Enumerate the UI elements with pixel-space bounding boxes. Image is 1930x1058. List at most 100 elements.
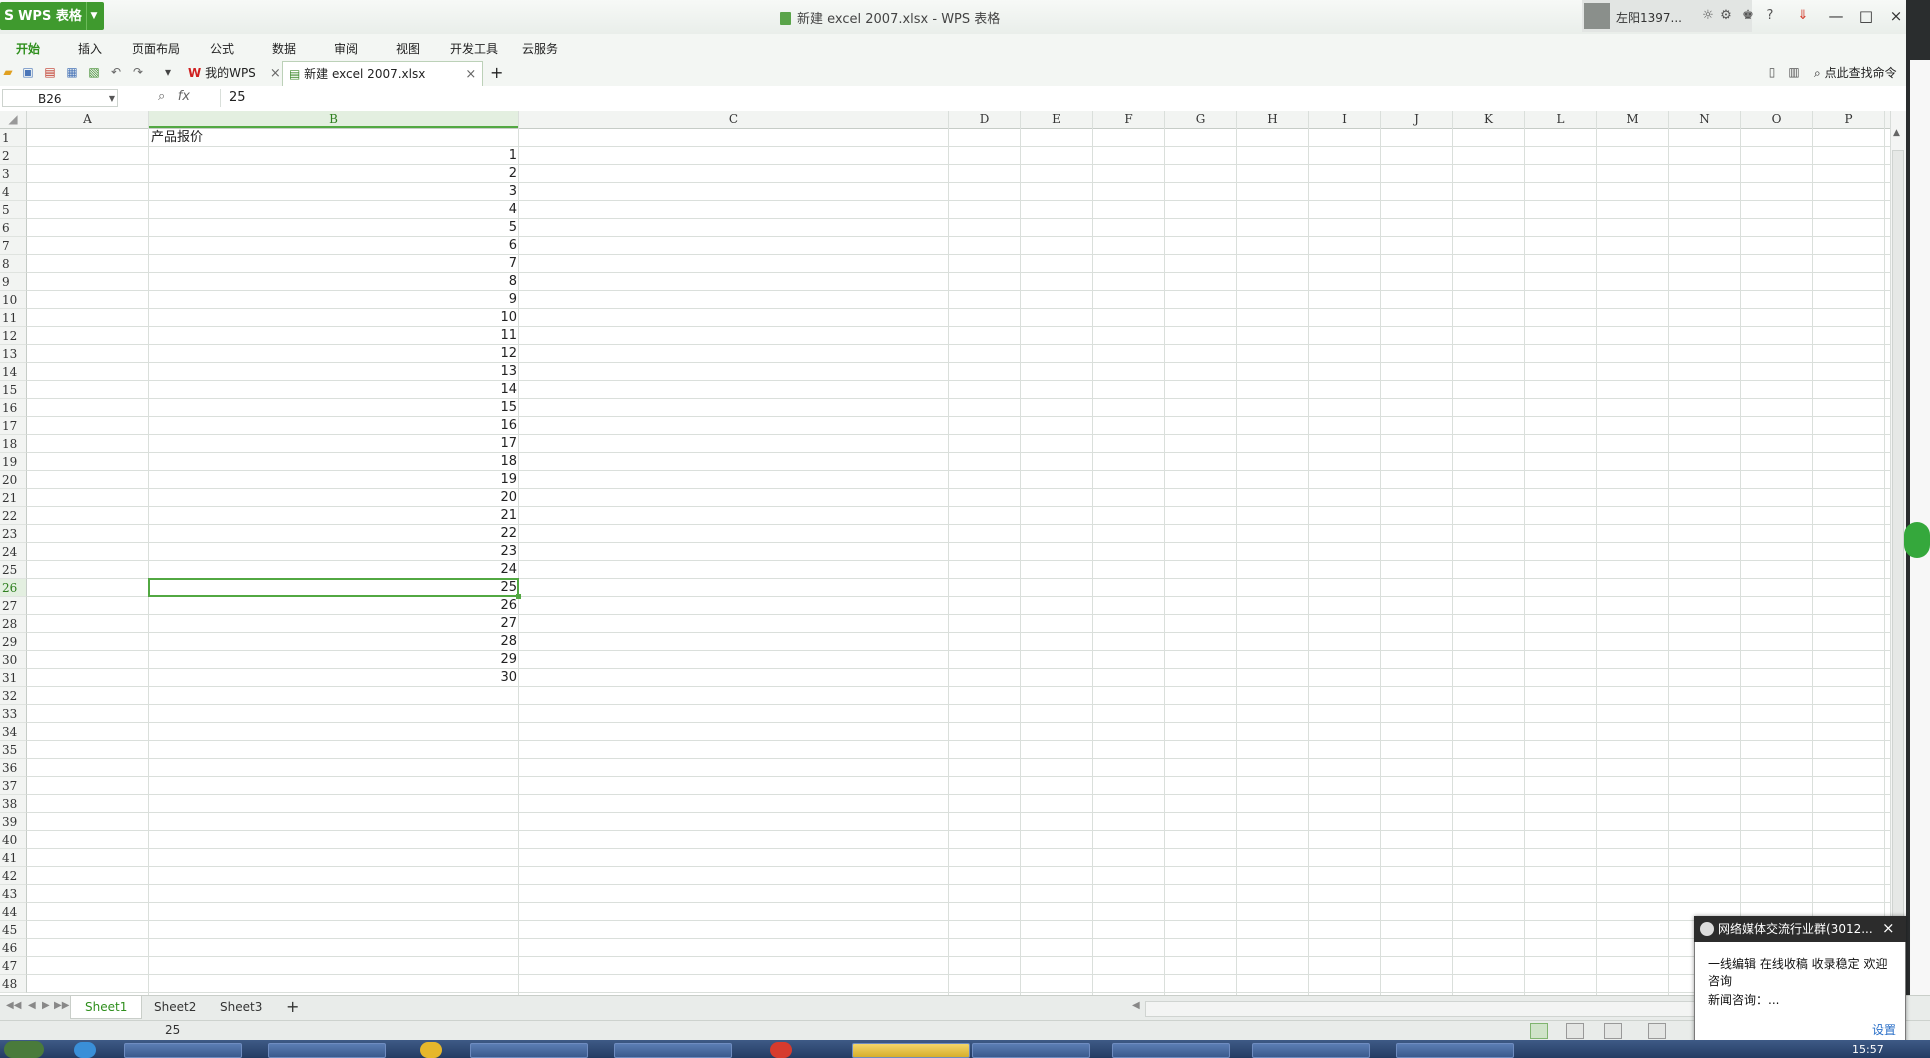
cell-b3[interactable]: 2 — [149, 165, 519, 183]
row-header-33[interactable]: 33 — [0, 705, 27, 723]
cell-b25[interactable]: 24 — [149, 561, 519, 579]
row-header-44[interactable]: 44 — [0, 903, 27, 921]
row-header-47[interactable]: 47 — [0, 957, 27, 975]
row-header-32[interactable]: 32 — [0, 687, 27, 705]
row-header-25[interactable]: 25 — [0, 561, 27, 579]
fx-icon[interactable]: fx — [178, 89, 190, 104]
row-header-20[interactable]: 20 — [0, 471, 27, 489]
row-header-36[interactable]: 36 — [0, 759, 27, 777]
scroll-up-icon[interactable]: ▲ — [1893, 128, 1900, 138]
cell-b27[interactable]: 26 — [149, 597, 519, 615]
app-menu-button[interactable]: S WPS 表格 ▼ — [0, 2, 104, 30]
sheet-tab-3[interactable]: Sheet3 — [206, 996, 276, 1018]
customize-dropdown-icon[interactable]: ▾ — [160, 64, 176, 80]
row-header-42[interactable]: 42 — [0, 867, 27, 885]
taskbar-item-active[interactable] — [852, 1043, 970, 1058]
cell-b22[interactable]: 21 — [149, 507, 519, 525]
column-header-o[interactable]: O — [1741, 111, 1813, 128]
vertical-scroll-thumb[interactable] — [1892, 150, 1904, 990]
row-header-29[interactable]: 29 — [0, 633, 27, 651]
row-header-37[interactable]: 37 — [0, 777, 27, 795]
cell-b14[interactable]: 13 — [149, 363, 519, 381]
cell-b16[interactable]: 15 — [149, 399, 519, 417]
menu-developer[interactable]: 开发工具 — [450, 40, 498, 57]
open-folder-icon[interactable]: ▰ — [0, 64, 16, 80]
print-icon[interactable]: ▦ — [64, 64, 80, 80]
row-header-24[interactable]: 24 — [0, 543, 27, 561]
close-icon[interactable]: × — [1882, 919, 1895, 937]
undo-icon[interactable]: ↶ — [108, 64, 124, 80]
column-header-j[interactable]: J — [1381, 111, 1453, 128]
column-header-a[interactable]: A — [27, 111, 149, 128]
column-header-l[interactable]: L — [1525, 111, 1597, 128]
avatar[interactable] — [1584, 3, 1610, 29]
menu-data[interactable]: 数据 — [272, 40, 296, 57]
chevron-down-icon[interactable]: ▼ — [109, 90, 115, 108]
popup-message-line1[interactable]: 一线编辑 在线收稿 收录稳定 欢迎咨询 — [1708, 956, 1894, 990]
row-header-38[interactable]: 38 — [0, 795, 27, 813]
column-header-b[interactable]: B — [149, 111, 519, 128]
last-sheet-icon[interactable]: ▶▶ — [54, 1000, 69, 1011]
column-header-e[interactable]: E — [1021, 111, 1093, 128]
cell-b6[interactable]: 5 — [149, 219, 519, 237]
save-icon[interactable]: ▣ — [20, 64, 36, 80]
close-icon[interactable]: × — [270, 66, 281, 81]
shirt-icon[interactable]: ♚ — [1740, 8, 1756, 24]
column-header-g[interactable]: G — [1165, 111, 1237, 128]
cell-b30[interactable]: 29 — [149, 651, 519, 669]
redo-icon[interactable]: ↷ — [130, 64, 146, 80]
row-header-22[interactable]: 22 — [0, 507, 27, 525]
zoom-icon[interactable]: ⌕ — [158, 89, 165, 104]
menu-formula[interactable]: 公式 — [210, 40, 234, 57]
row-header-10[interactable]: 10 — [0, 291, 27, 309]
tab-document[interactable]: ▤ 新建 excel 2007.xlsx × — [282, 61, 484, 87]
cell-b17[interactable]: 16 — [149, 417, 519, 435]
column-header-m[interactable]: M — [1597, 111, 1669, 128]
column-header-f[interactable]: F — [1093, 111, 1165, 128]
row-header-8[interactable]: 8 — [0, 255, 27, 273]
menu-view[interactable]: 视图 — [396, 40, 420, 57]
row-header-2[interactable]: 2 — [0, 147, 27, 165]
cell-b24[interactable]: 23 — [149, 543, 519, 561]
cell-b29[interactable]: 28 — [149, 633, 519, 651]
cell-b13[interactable]: 12 — [149, 345, 519, 363]
row-header-27[interactable]: 27 — [0, 597, 27, 615]
taskbar-item[interactable] — [614, 1043, 732, 1058]
row-header-4[interactable]: 4 — [0, 183, 27, 201]
cell-b18[interactable]: 17 — [149, 435, 519, 453]
name-box[interactable]: B26 ▼ — [2, 89, 118, 107]
layout-icon[interactable]: ▥ — [1786, 64, 1802, 80]
sheet-tab-2[interactable]: Sheet2 — [140, 996, 210, 1018]
row-header-19[interactable]: 19 — [0, 453, 27, 471]
cell-b28[interactable]: 27 — [149, 615, 519, 633]
row-header-15[interactable]: 15 — [0, 381, 27, 399]
maximize-button[interactable]: □ — [1852, 5, 1880, 27]
export-pdf-icon[interactable]: ▤ — [42, 64, 58, 80]
cell-b15[interactable]: 14 — [149, 381, 519, 399]
row-header-1[interactable]: 1 — [0, 129, 27, 147]
row-header-35[interactable]: 35 — [0, 741, 27, 759]
popup-message-line2[interactable]: 新闻咨询：... — [1708, 991, 1779, 1008]
cell-b21[interactable]: 20 — [149, 489, 519, 507]
app-icon[interactable] — [420, 1042, 442, 1058]
column-header-n[interactable]: N — [1669, 111, 1741, 128]
row-header-9[interactable]: 9 — [0, 273, 27, 291]
normal-view-icon[interactable] — [1530, 1023, 1548, 1039]
row-header-28[interactable]: 28 — [0, 615, 27, 633]
taskbar-item[interactable] — [1112, 1043, 1230, 1058]
row-header-3[interactable]: 3 — [0, 165, 27, 183]
cell-b4[interactable]: 3 — [149, 183, 519, 201]
row-header-34[interactable]: 34 — [0, 723, 27, 741]
row-header-46[interactable]: 46 — [0, 939, 27, 957]
popup-settings-link[interactable]: 设置 — [1872, 1021, 1896, 1038]
cell-b10[interactable]: 9 — [149, 291, 519, 309]
download-icon[interactable]: ⇓ — [1795, 8, 1811, 24]
column-header-h[interactable]: H — [1237, 111, 1309, 128]
column-header-c[interactable]: C — [519, 111, 949, 128]
row-header-18[interactable]: 18 — [0, 435, 27, 453]
formula-input[interactable]: 25 — [220, 89, 1909, 107]
page-break-view-icon[interactable] — [1566, 1023, 1584, 1039]
chevron-down-icon[interactable]: ▼ — [86, 2, 101, 30]
cell-b20[interactable]: 19 — [149, 471, 519, 489]
row-header-17[interactable]: 17 — [0, 417, 27, 435]
